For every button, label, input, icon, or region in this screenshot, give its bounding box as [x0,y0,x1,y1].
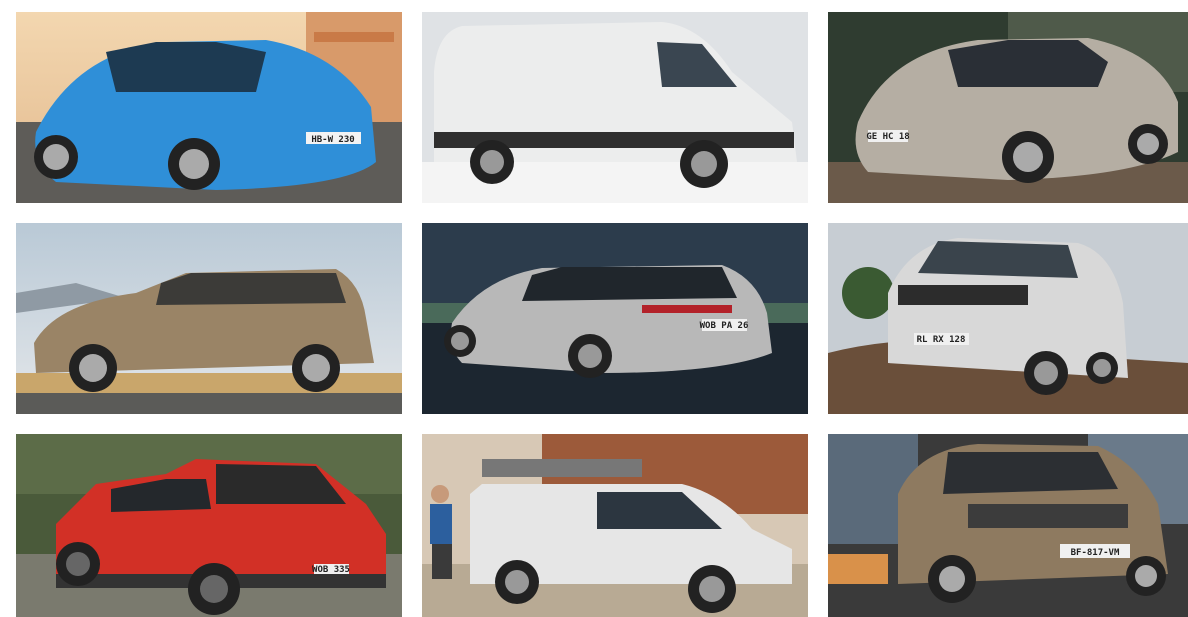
license-plate: GE HC 18 [866,132,909,142]
license-plate: HB-W 230 [311,135,354,145]
silver-estate-image: WOB PA 26 [422,223,808,414]
blue-hatchback-image: HB-W 230 [16,12,402,203]
bronze-mpv-image [16,223,402,414]
image-gallery: HB-W 230 GE HC 18 WOB PA 26 RL RX 128 WO… [16,12,1188,617]
license-plate: BF-817-VM [1071,548,1120,558]
gallery-tile-bronze-suv[interactable]: BF-817-VM [828,434,1188,617]
gallery-tile-white-panel-van[interactable] [422,12,808,203]
gallery-tile-silver-hatchback[interactable]: GE HC 18 [828,12,1188,203]
white-panel-van-image [422,12,808,203]
white-compact-van-image [422,434,808,617]
license-plate: WOB 335 [312,565,350,575]
gallery-tile-bronze-mpv[interactable] [16,223,402,414]
silver-hatchback-image: GE HC 18 [828,12,1188,203]
bronze-suv-image: BF-817-VM [828,434,1188,617]
gallery-tile-silver-estate[interactable]: WOB PA 26 [422,223,808,414]
silver-van-offroad-image: RL RX 128 [828,223,1188,414]
gallery-tile-blue-hatchback[interactable]: HB-W 230 [16,12,402,203]
license-plate: WOB PA 26 [700,321,749,331]
gallery-tile-red-pickup[interactable]: WOB 335 [16,434,402,617]
gallery-tile-white-compact-van[interactable] [422,434,808,617]
gallery-tile-silver-van-offroad[interactable]: RL RX 128 [828,223,1188,414]
license-plate: RL RX 128 [917,335,966,345]
red-pickup-image: WOB 335 [16,434,402,617]
